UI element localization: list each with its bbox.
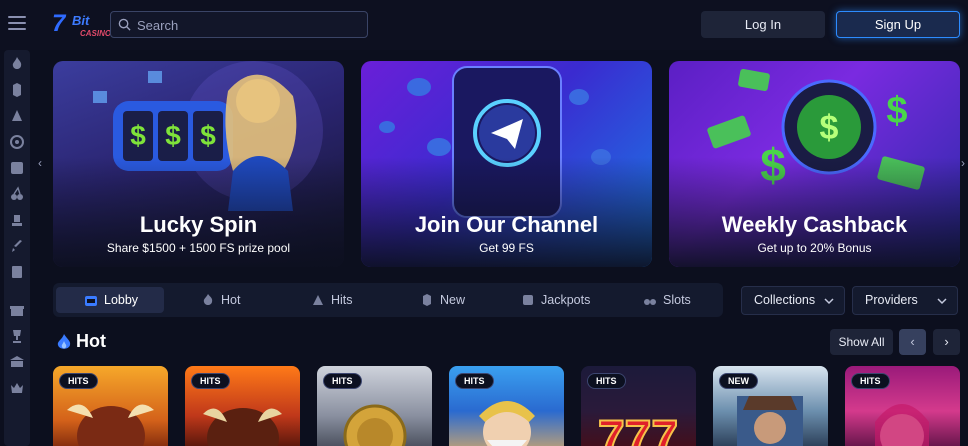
providers-dropdown[interactable]: Providers [852, 286, 958, 315]
game-badge: HITS [455, 373, 494, 389]
tab-label: New [440, 293, 466, 307]
poker-chips-icon [423, 294, 431, 306]
svg-text:$: $ [130, 120, 146, 151]
logo-number: 7 [52, 10, 65, 37]
slot-machine-icon [85, 296, 97, 306]
tab-new[interactable]: New [420, 287, 480, 313]
banner-prev-icon[interactable]: ‹ [38, 156, 42, 170]
sidebar [4, 50, 30, 446]
banner-join-channel[interactable]: Join Our Channel Get 99 FS [361, 61, 652, 267]
flame-icon[interactable] [9, 56, 25, 72]
game-badge: HITS [587, 373, 626, 389]
tab-jackpots[interactable]: Jackpots [521, 287, 611, 313]
providers-label: Providers [865, 293, 918, 307]
svg-text:$: $ [200, 120, 216, 151]
chevron-down-icon [824, 298, 834, 305]
cherries-icon [644, 299, 656, 305]
search-input[interactable]: Search [110, 11, 368, 38]
section-title: Hot [76, 331, 106, 351]
tab-hot[interactable]: Hot [201, 287, 261, 313]
game-badge: HITS [851, 373, 890, 389]
chevron-right-icon[interactable]: › [933, 329, 960, 355]
banner-title: Lucky Spin [139, 212, 258, 237]
game-card[interactable]: HITS [53, 366, 168, 446]
tab-hits[interactable]: Hits [311, 287, 371, 313]
chevron-left-icon[interactable]: ‹ [899, 329, 926, 355]
logo-word: Bit [72, 13, 90, 28]
game-card[interactable]: HITS [185, 366, 300, 446]
collections-label: Collections [754, 293, 816, 307]
target-icon[interactable] [9, 134, 25, 150]
game-card[interactable]: 777 HITS [581, 366, 696, 446]
top-bar: 7 Bit CASINO Search Log In Sign Up [0, 0, 968, 50]
card-deck-icon[interactable] [9, 264, 25, 280]
logo-casino: CASINO [80, 29, 112, 38]
game-card[interactable]: HITS [845, 366, 960, 446]
tab-label: Jackpots [541, 293, 591, 307]
cards-icon[interactable] [9, 82, 25, 98]
game-badge: HITS [59, 373, 98, 389]
banner-subtitle: Get up to 20% Bonus [757, 241, 872, 255]
cards-icon [313, 295, 323, 305]
poker-chips-icon[interactable] [9, 108, 25, 124]
game-card[interactable]: NEW [713, 366, 828, 446]
bank-icon[interactable] [9, 354, 25, 370]
dice-icon[interactable] [9, 160, 25, 176]
svg-text:777: 777 [598, 412, 678, 446]
tab-label: Lobby [104, 293, 139, 307]
menu-icon[interactable] [8, 16, 26, 32]
signup-button[interactable]: Sign Up [836, 11, 960, 38]
show-all-button[interactable]: Show All [830, 329, 893, 355]
search-icon [118, 18, 131, 31]
svg-text:$: $ [886, 90, 907, 132]
game-card[interactable]: HITS [317, 366, 432, 446]
crown-icon[interactable] [9, 380, 25, 396]
tab-label: Hits [331, 293, 353, 307]
dice-icon [523, 295, 533, 305]
gift-icon[interactable] [9, 302, 25, 318]
banner-subtitle: Get 99 FS [479, 241, 534, 255]
login-button[interactable]: Log In [701, 11, 825, 38]
category-tabs: Lobby Hot Hits New Jackpots Slots [53, 283, 723, 317]
game-badge: HITS [323, 373, 362, 389]
game-badge: HITS [191, 373, 230, 389]
banner-lucky-spin[interactable]: $ $ $ Lucky Spin Share $1500 + 1500 FS p… [53, 61, 344, 267]
flame-icon [203, 294, 213, 305]
game-card[interactable]: HITS [449, 366, 564, 446]
tab-slots[interactable]: Slots [643, 287, 713, 313]
svg-text:$: $ [820, 109, 839, 147]
banner-title: Weekly Cashback [721, 212, 908, 237]
search-placeholder: Search [137, 18, 179, 33]
banner-next-icon[interactable]: › [961, 156, 965, 170]
tab-lobby[interactable]: Lobby [56, 287, 164, 313]
hot-flame-icon [57, 334, 71, 349]
collections-dropdown[interactable]: Collections [741, 286, 845, 315]
cherries-icon[interactable] [9, 186, 25, 202]
podium-icon[interactable] [9, 212, 25, 228]
tab-label: Slots [663, 293, 691, 307]
logo[interactable]: 7 Bit CASINO [52, 10, 111, 40]
game-badge: NEW [719, 373, 758, 389]
chevron-down-icon [937, 298, 947, 305]
rocket-icon[interactable] [9, 238, 25, 254]
banner-weekly-cashback[interactable]: $ $ $ Weekly Cashback Get up to 20% Bonu… [669, 61, 960, 267]
tab-label: Hot [221, 293, 241, 307]
banner-subtitle: Share $1500 + 1500 FS prize pool [106, 241, 291, 255]
trophy-icon[interactable] [9, 328, 25, 344]
svg-text:$: $ [165, 120, 181, 151]
banner-title: Join Our Channel [414, 212, 599, 237]
